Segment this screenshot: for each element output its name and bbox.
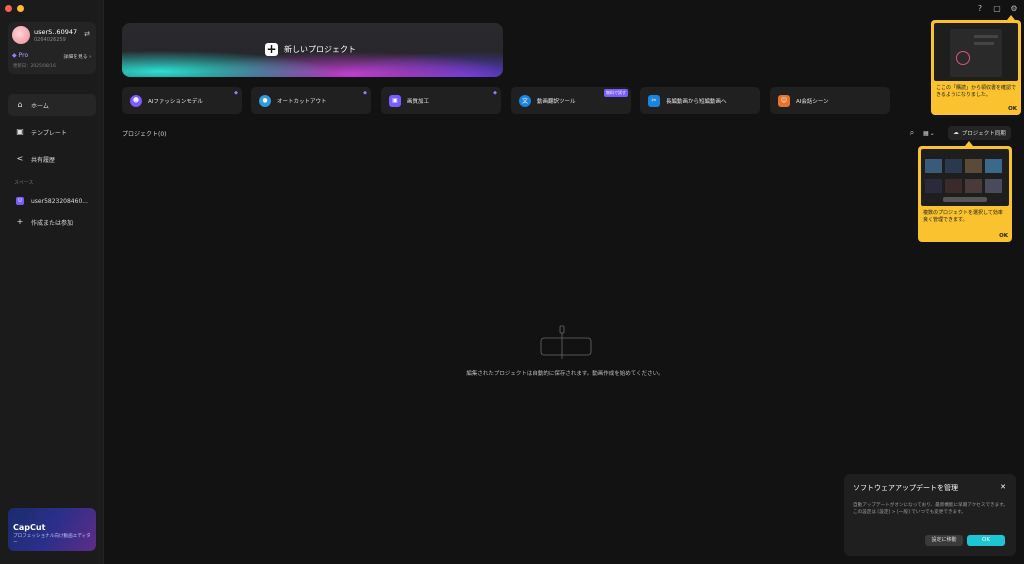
tool-video-translate[interactable]: 文 動画翻訳ツール 無料で試す bbox=[511, 87, 631, 114]
plus-icon: + bbox=[16, 217, 24, 226]
new-project-banner[interactable]: + 新しいプロジェクト bbox=[122, 23, 503, 77]
update-ok-button[interactable]: OK bbox=[967, 535, 1005, 546]
tool-auto-cutout[interactable]: ● オートカットアウト ◆ bbox=[251, 87, 371, 114]
gear-icon[interactable]: ⚙ bbox=[1009, 4, 1019, 14]
multi-select-tooltip: 複数のプロジェクトを選択して効率良く管理できます。 OK bbox=[918, 146, 1012, 242]
tool-ai-chat-scene[interactable]: ☺ AI会話シーン bbox=[770, 87, 890, 114]
sidebar-item-label: 共有履歴 bbox=[31, 156, 56, 164]
new-project-label: 新しいプロジェクト bbox=[284, 45, 356, 54]
close-window-button[interactable] bbox=[5, 5, 12, 12]
search-icon[interactable]: ⌕ bbox=[906, 127, 918, 139]
switch-account-icon[interactable]: ⇄ bbox=[84, 30, 90, 38]
pro-badge: ◆ Pro bbox=[12, 52, 28, 59]
tooltip-ok-button[interactable]: OK bbox=[999, 233, 1008, 239]
shirt-icon: ☻ bbox=[130, 94, 142, 107]
close-icon[interactable]: ✕ bbox=[998, 482, 1008, 492]
tool-label: オートカットアウト bbox=[277, 98, 327, 105]
template-icon: ▣ bbox=[16, 127, 24, 136]
scissors-icon: ✂ bbox=[648, 94, 660, 107]
sidebar-item-label: 作成または参加 bbox=[31, 219, 74, 227]
feedback-icon[interactable]: ▢ bbox=[992, 4, 1002, 14]
chat-icon: ☺ bbox=[778, 94, 790, 107]
cloud-icon: ☁ bbox=[953, 130, 959, 136]
sidebar-item-space[interactable]: U user5823208460... bbox=[8, 190, 96, 212]
sidebar: userS..60947 0264026259 ⇄ ◆ Pro 詳細を見る › … bbox=[0, 0, 104, 564]
tooltip-text: 複数のプロジェクトを選択して効率良く管理できます。 bbox=[923, 210, 1003, 223]
minimize-window-button[interactable] bbox=[17, 5, 24, 12]
pro-diamond-icon: ◆ bbox=[234, 90, 238, 96]
pro-diamond-icon: ◆ bbox=[363, 90, 367, 96]
home-icon: ⌂ bbox=[17, 100, 23, 109]
tool-label: AIファッションモデル bbox=[148, 98, 203, 105]
expiry-date: 更新日：2025/08/16 bbox=[13, 64, 56, 69]
person-icon: ● bbox=[259, 94, 271, 107]
receipt-tooltip: ここの「購読」から領収書を確認できるようになりました。 OK bbox=[931, 20, 1021, 115]
tool-label: 長編動画から短編動画へ bbox=[666, 98, 727, 105]
details-link[interactable]: 詳細を見る › bbox=[64, 53, 91, 60]
tooltip-preview-image bbox=[934, 23, 1018, 81]
update-body: 自動アップデートがオンになっており、最新機能に早期アクセスできます。この設定は … bbox=[853, 503, 1008, 515]
sidebar-item-home[interactable]: ⌂ ホーム bbox=[8, 94, 96, 116]
sidebar-item-shared[interactable]: < 共有履歴 bbox=[8, 148, 96, 170]
new-project-button[interactable]: + 新しいプロジェクト bbox=[265, 43, 356, 56]
user-id: 0264026259 bbox=[34, 37, 66, 43]
share-icon: < bbox=[16, 154, 24, 163]
sidebar-item-label: ホーム bbox=[31, 102, 49, 110]
update-title: ソフトウェアアップデートを管理 bbox=[853, 484, 958, 492]
projects-title: プロジェクト(0) bbox=[122, 131, 167, 138]
pro-diamond-icon: ◆ bbox=[493, 90, 497, 96]
tooltip-preview-image bbox=[921, 149, 1009, 206]
tooltip-text: ここの「購読」から領収書を確認できるようになりました。 bbox=[936, 85, 1017, 98]
project-sync-button[interactable]: ☁ プロジェクト同期 bbox=[948, 126, 1011, 140]
empty-projects-illustration bbox=[540, 325, 592, 359]
tool-ai-fashion-model[interactable]: ☻ AIファッションモデル ◆ bbox=[122, 87, 242, 114]
tooltip-ok-button[interactable]: OK bbox=[1008, 106, 1017, 112]
user-card[interactable]: userS..60947 0264026259 ⇄ ◆ Pro 詳細を見る › … bbox=[8, 22, 96, 74]
promo-banner[interactable]: CapCut プロフェッショナル向け動画エディター bbox=[8, 508, 96, 551]
avatar[interactable] bbox=[12, 26, 30, 44]
tool-long-to-short[interactable]: ✂ 長編動画から短編動画へ bbox=[640, 87, 760, 114]
image-icon: ▣ bbox=[389, 94, 401, 107]
grid-icon: ▦ bbox=[923, 129, 929, 137]
sidebar-item-label: テンプレート bbox=[31, 129, 67, 137]
sidebar-item-create-join[interactable]: + 作成または参加 bbox=[8, 211, 96, 233]
promo-brand: CapCut bbox=[13, 523, 46, 532]
space-section-title: スペース bbox=[14, 180, 34, 186]
sync-label: プロジェクト同期 bbox=[961, 131, 1006, 137]
sidebar-item-label: user5823208460... bbox=[31, 197, 88, 205]
free-trial-tag: 無料で試す bbox=[604, 89, 628, 97]
help-icon[interactable]: ? bbox=[975, 4, 985, 14]
window-controls bbox=[5, 5, 24, 12]
tool-label: AI会話シーン bbox=[796, 98, 829, 105]
chevron-down-icon: ⌄ bbox=[929, 129, 935, 137]
translate-icon: 文 bbox=[519, 94, 531, 107]
promo-tagline: プロフェッショナル向け動画エディター bbox=[13, 534, 91, 545]
plan-label: Pro bbox=[18, 52, 29, 59]
user-name: userS..60947 bbox=[34, 28, 78, 36]
tool-label: 画質加工 bbox=[407, 98, 430, 105]
plus-icon: + bbox=[265, 42, 278, 56]
view-toggle-button[interactable]: ▦ ⌄ bbox=[923, 127, 943, 139]
diamond-icon: ◆ bbox=[12, 52, 17, 59]
software-update-panel: ソフトウェアアップデートを管理 ✕ 自動アップデートがオンになっており、最新機能… bbox=[844, 474, 1016, 556]
go-to-settings-button[interactable]: 設定に移動 bbox=[925, 535, 963, 546]
sidebar-item-templates[interactable]: ▣ テンプレート bbox=[8, 121, 96, 143]
tool-image-enhance[interactable]: ▣ 画質加工 ◆ bbox=[381, 87, 501, 114]
space-badge: U bbox=[16, 197, 24, 205]
tool-label: 動画翻訳ツール bbox=[537, 98, 576, 105]
empty-message: 編集されたプロジェクトは自動的に保存されます。動画作成を始めてください。 bbox=[466, 371, 664, 377]
